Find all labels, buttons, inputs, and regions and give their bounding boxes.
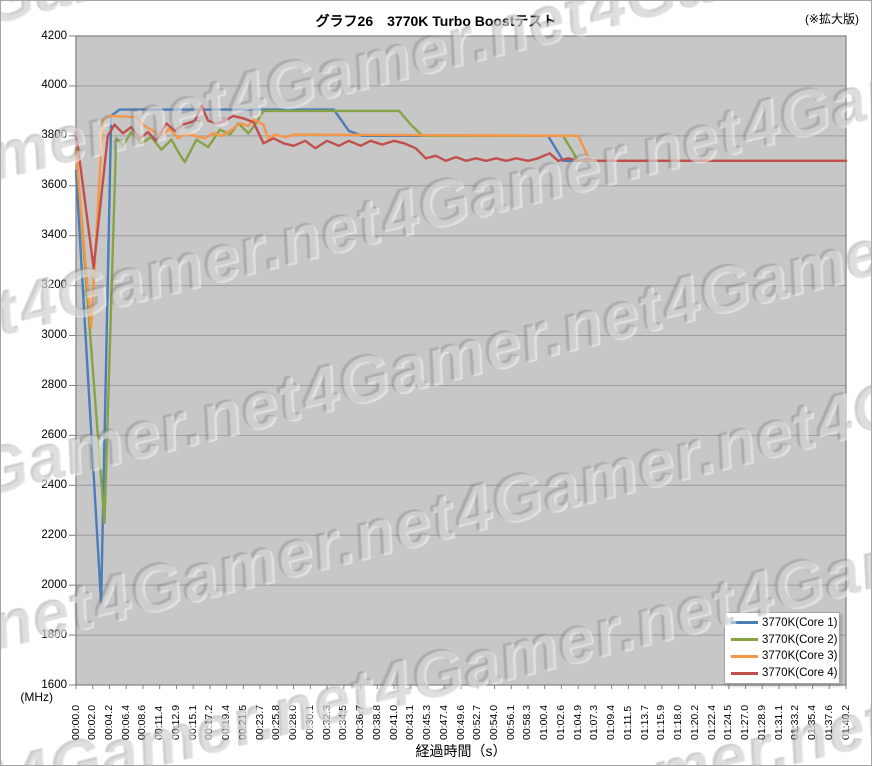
x-tick-label: 00:28.0 (287, 704, 300, 740)
y-axis-unit-label: (MHz) (20, 690, 53, 704)
x-tick-label: 00:30.1 (303, 704, 316, 740)
legend-label: 3770K(Core 4) (762, 667, 838, 680)
legend-label: 3770K(Core 3) (762, 650, 838, 663)
x-tick-label: 00:54.0 (487, 704, 500, 740)
y-tick-label: 2200 (41, 528, 67, 541)
x-tick-label: 00:41.0 (387, 704, 400, 740)
legend-item: 3770K(Core 2) (725, 632, 839, 648)
x-tick-label: 00:43.1 (404, 704, 417, 740)
x-tick-label: 01:09.4 (605, 704, 618, 740)
x-tick-label: 01:07.3 (588, 704, 601, 740)
x-tick-label: 00:36.7 (354, 704, 367, 740)
legend-line-sample (731, 671, 758, 675)
x-tick-label: 00:00.0 (69, 704, 82, 740)
x-tick-label: 00:32.3 (320, 704, 333, 740)
x-tick-label: 00:04.2 (102, 704, 115, 740)
y-tick-label: 4000 (41, 79, 67, 92)
y-tick-label: 3400 (41, 229, 67, 242)
y-tick-label: 2600 (41, 428, 67, 441)
x-axis-title: 経過時間（s） (415, 743, 507, 759)
x-tick-label: 00:15.1 (186, 704, 199, 740)
legend-label: 3770K(Core 1) (762, 616, 838, 629)
x-tick-label: 00:06.4 (119, 704, 132, 740)
x-tick-label: 01:18.0 (672, 704, 685, 740)
y-tick-label: 3000 (41, 329, 67, 342)
y-tick-label: 3600 (41, 179, 67, 192)
x-tick-label: 00:49.6 (454, 704, 467, 740)
x-tick-label: 00:17.2 (203, 704, 216, 740)
x-tick-label: 00:58.3 (521, 704, 534, 740)
y-tick-label: 3200 (41, 279, 67, 292)
x-tick-label: 01:35.4 (806, 704, 819, 740)
y-tick-label: 2800 (41, 378, 67, 391)
x-tick-label: 01:28.9 (755, 704, 768, 740)
x-tick-label: 01:40.2 (839, 704, 852, 740)
y-tick-label: 2400 (41, 478, 67, 491)
legend-item: 3770K(Core 1) (725, 615, 839, 631)
x-tick-label: 00:02.0 (86, 704, 99, 740)
x-tick-label: 01:00.4 (538, 704, 551, 740)
x-tick-label: 00:56.1 (504, 704, 517, 740)
x-tick-label: 01:22.4 (705, 704, 718, 740)
y-tick-label: 3800 (41, 129, 67, 142)
x-tick-label: 01:02.6 (554, 704, 567, 740)
x-tick-label: 01:27.0 (739, 704, 752, 740)
x-tick-label: 00:21.5 (236, 704, 249, 740)
legend: 3770K(Core 1) 3770K(Core 2) 3770K(Core 3) 3… (724, 612, 840, 684)
x-tick-label: 00:11.4 (153, 705, 166, 740)
x-tick-label: 01:31.1 (772, 704, 785, 740)
y-tick-label: 4200 (41, 29, 67, 42)
x-tick-label: 00:12.9 (169, 704, 182, 740)
y-tick-label: 1800 (41, 628, 67, 641)
legend-label: 3770K(Core 2) (762, 633, 838, 646)
x-tick-label: 01:33.2 (789, 704, 802, 740)
chart: グラフ26 3770K Turbo Boostテスト (※拡大版) 4200 40… (0, 0, 872, 766)
legend-item: 3770K(Core 3) (725, 648, 839, 664)
x-tick-label: 01:15.9 (655, 704, 668, 740)
x-tick-label: 00:52.7 (471, 704, 484, 740)
x-tick-label: 00:23.7 (253, 704, 266, 740)
x-tick-label: 00:38.8 (370, 704, 383, 740)
x-tick-label: 00:08.6 (136, 704, 149, 740)
x-tick-label: 01:11.5 (621, 705, 634, 740)
x-tick-label: 01:20.2 (688, 704, 701, 740)
legend-item: 3770K(Core 4) (725, 665, 839, 681)
x-tick-label: 01:04.9 (571, 704, 584, 740)
x-tick-label: 00:47.4 (437, 704, 450, 740)
legend-line-sample (731, 654, 758, 658)
legend-line-sample (731, 638, 758, 642)
x-tick-label: 00:19.4 (220, 704, 233, 740)
legend-line-sample (731, 621, 758, 625)
x-tick-label: 00:34.5 (337, 704, 350, 740)
x-tick-label: 01:13.7 (638, 704, 651, 740)
x-tick-label: 00:45.3 (421, 704, 434, 740)
x-tick-label: 01:37.6 (822, 704, 835, 740)
x-tick-label: 01:24.5 (722, 704, 735, 740)
y-tick-label: 2000 (41, 578, 67, 591)
x-tick-label: 00:25.8 (270, 704, 283, 740)
